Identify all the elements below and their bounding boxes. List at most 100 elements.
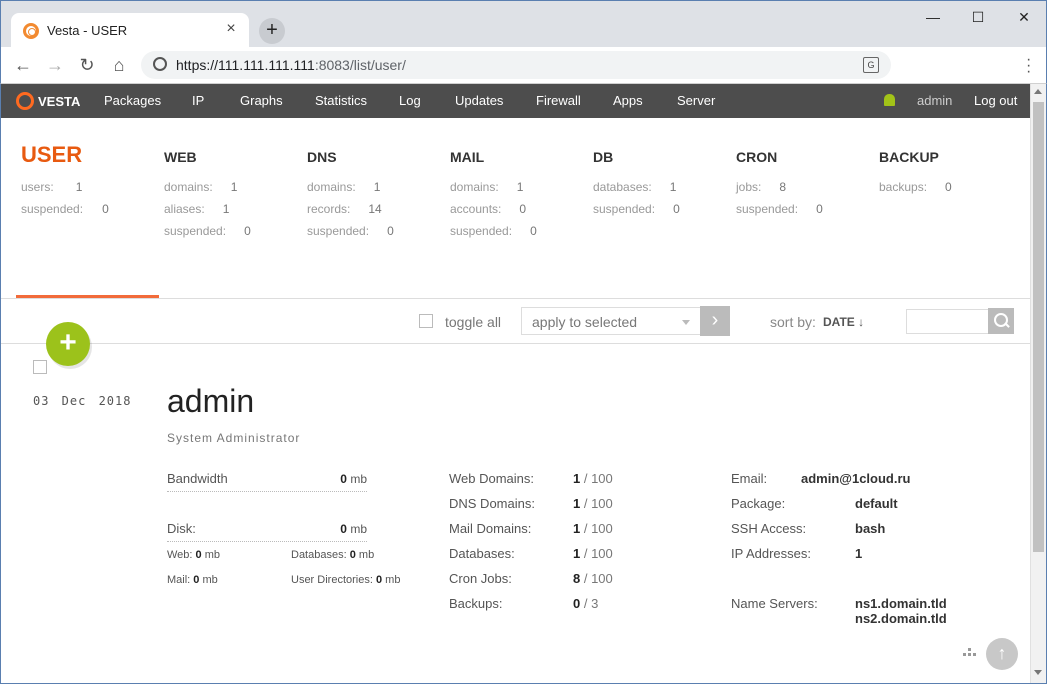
translate-icon[interactable]: G	[863, 57, 879, 73]
stat-row: domains: 1	[450, 180, 524, 194]
browser-titlebar: Vesta - USER × + — ☐ ✕	[0, 0, 1047, 48]
stat-row: aliases: 1	[164, 202, 230, 216]
maximize-button[interactable]: ☐	[955, 7, 1001, 27]
nav-graphs[interactable]: Graphs	[240, 93, 283, 108]
limit-value: 1 / 100	[573, 496, 613, 511]
stat-row: suspended: 0	[164, 224, 251, 238]
stat-row: records: 14	[307, 202, 382, 216]
search-icon[interactable]	[988, 308, 1014, 334]
limit-value: 0 / 3	[573, 596, 599, 611]
apply-go-button[interactable]: ›	[700, 306, 730, 336]
stat-row: suspended: 0	[593, 202, 680, 216]
site-info-icon[interactable]	[153, 57, 167, 71]
nav-statistics[interactable]: Statistics	[315, 93, 367, 108]
home-icon[interactable]: ⌂	[107, 53, 131, 77]
window-border	[0, 84, 1, 684]
row-checkbox[interactable]	[33, 360, 47, 374]
ip-label: IP Addresses:	[731, 546, 811, 561]
browser-menu-icon[interactable]: · · ·	[1026, 52, 1032, 80]
limit-label: Backups:	[449, 596, 503, 611]
vesta-favicon-icon	[23, 23, 39, 39]
summary-web[interactable]: WEB domains: 1 aliases: 1 suspended: 0	[164, 142, 251, 242]
email-label: Email:	[731, 471, 768, 486]
stat-row: backups: 0	[879, 180, 952, 194]
nav-firewall[interactable]: Firewall	[536, 93, 581, 108]
toggle-all-label[interactable]: toggle all	[445, 314, 501, 330]
ssh-value: bash	[855, 521, 886, 536]
grid-view-icon[interactable]	[963, 648, 977, 658]
summary-title: DNS	[307, 149, 337, 165]
user-full-name: System Administrator	[167, 431, 301, 445]
disk-bar	[167, 541, 367, 542]
scroll-thumb[interactable]	[1033, 102, 1044, 552]
summary-db[interactable]: DB databases: 1 suspended: 0	[593, 142, 680, 220]
reload-icon[interactable]: ↻	[75, 53, 99, 77]
new-tab-button[interactable]: +	[259, 18, 285, 44]
summary-title: CRON	[736, 149, 778, 165]
disk-value: 0 mb	[340, 522, 367, 536]
limit-label: Web Domains:	[449, 471, 535, 486]
chevron-down-icon	[682, 320, 690, 325]
nav-log[interactable]: Log	[399, 93, 421, 108]
scroll-to-top-button[interactable]: ↑	[986, 638, 1018, 670]
summary-title: MAIL	[450, 149, 485, 165]
summary-title: BACKUP	[879, 149, 939, 165]
bandwidth-bar	[167, 491, 367, 492]
apply-select-value: apply to selected	[532, 314, 638, 330]
limit-value: 8 / 100	[573, 571, 613, 586]
logout-link[interactable]: Log out	[974, 93, 1017, 108]
notifications-bell-icon[interactable]	[884, 94, 895, 106]
stat-row: jobs: 8	[736, 180, 787, 194]
user-name[interactable]: admin	[167, 383, 254, 420]
search-input[interactable]	[906, 309, 990, 334]
nav-updates[interactable]: Updates	[455, 93, 503, 108]
nav-packages[interactable]: Packages	[104, 93, 161, 108]
summary-dns[interactable]: DNS domains: 1 records: 14 suspended: 0	[307, 142, 394, 242]
scroll-down-arrow-icon[interactable]	[1034, 670, 1042, 675]
stat-row: suspended: 0	[307, 224, 394, 238]
scroll-up-arrow-icon[interactable]	[1034, 89, 1042, 94]
limit-value: 1 / 100	[573, 521, 613, 536]
ns1-value: ns1.domain.tld	[855, 596, 947, 611]
userdir-disk-stat: User Directories: 0 mb	[291, 574, 401, 586]
summary-backup[interactable]: BACKUP backups: 0	[879, 142, 952, 198]
vesta-logo-icon	[16, 92, 34, 110]
stat-row: accounts: 0	[450, 202, 527, 216]
summary-mail[interactable]: MAIL domains: 1 accounts: 0 suspended: 0	[450, 142, 537, 242]
divider	[0, 298, 1030, 299]
bandwidth-label: Bandwidth	[167, 471, 228, 486]
ssh-label: SSH Access:	[731, 521, 807, 536]
sort-by-value[interactable]: DATE ↓	[823, 315, 864, 329]
forward-icon[interactable]: →	[43, 53, 67, 77]
minimize-button[interactable]: —	[910, 7, 956, 27]
limit-label: DNS Domains:	[449, 496, 535, 511]
stat-row: users: 1	[21, 180, 83, 194]
nav-apps[interactable]: Apps	[613, 93, 643, 108]
package-label: Package:	[731, 496, 786, 511]
tab-close-icon[interactable]: ×	[221, 20, 241, 38]
add-user-button[interactable]: +	[46, 322, 90, 366]
browser-toolbar: ← → ↻ ⌂ https://111.111.111.111:8083/lis…	[0, 47, 1047, 84]
stat-row: suspended: 0	[21, 202, 109, 216]
summary-user[interactable]: USER users: 1 suspended: 0	[21, 142, 109, 220]
summary-cron[interactable]: CRON jobs: 8 suspended: 0	[736, 142, 823, 220]
nav-ip[interactable]: IP	[192, 93, 204, 108]
back-icon[interactable]: ←	[11, 53, 35, 77]
browser-tab[interactable]: Vesta - USER ×	[11, 13, 249, 48]
nav-server[interactable]: Server	[677, 93, 715, 108]
vesta-logo-text: VESTA	[38, 94, 81, 109]
toggle-all-checkbox[interactable]	[419, 314, 433, 328]
address-bar[interactable]: https://111.111.111.111:8083/list/user/ …	[141, 51, 891, 79]
limit-label: Cron Jobs:	[449, 571, 512, 586]
tab-title: Vesta - USER	[47, 23, 128, 38]
stat-row: suspended: 0	[736, 202, 823, 216]
user-date: 03 Dec 2018	[33, 394, 132, 408]
limit-label: Databases:	[449, 546, 515, 561]
sort-by-label: sort by:	[770, 314, 816, 330]
limit-value: 1 / 100	[573, 471, 613, 486]
apply-to-selected-select[interactable]: apply to selected	[521, 307, 701, 335]
close-window-button[interactable]: ✕	[1001, 7, 1047, 27]
limit-value: 1 / 100	[573, 546, 613, 561]
page-scrollbar[interactable]	[1030, 84, 1047, 684]
nav-user[interactable]: admin	[917, 93, 952, 108]
